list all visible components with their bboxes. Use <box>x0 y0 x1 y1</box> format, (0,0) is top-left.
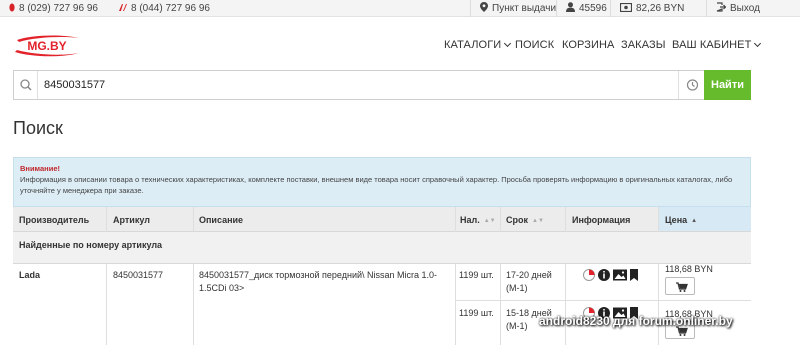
user-icon <box>566 2 575 12</box>
phone-mts-number: 8 (044) 727 96 96 <box>131 3 210 14</box>
logout-link[interactable]: Выход <box>716 2 760 15</box>
velcom-icon <box>9 3 15 12</box>
nav-cart[interactable]: КОРЗИНА <box>562 39 614 51</box>
page-title: Поиск <box>13 118 63 138</box>
money-icon <box>620 3 632 12</box>
divider <box>470 0 471 17</box>
life-icon <box>119 4 127 11</box>
col-header-price[interactable]: Цена ▲ <box>658 207 751 232</box>
phone-mts[interactable]: 8 (044) 727 96 96 <box>118 2 210 15</box>
description-text: 8450031577_диск тормозной передний\ Niss… <box>199 270 438 293</box>
phone-velcom[interactable]: 8 (029) 727 96 96 <box>9 2 98 15</box>
user-account-link[interactable]: 45596 <box>566 2 607 15</box>
offer-info-icons <box>582 268 652 286</box>
search-bar: Найти <box>13 70 751 100</box>
alert-text: Информация в описании товара о техническ… <box>20 175 733 195</box>
col-header-maker: Производитель <box>13 207 106 232</box>
map-pin-icon <box>480 2 488 12</box>
logout-label: Выход <box>730 3 760 14</box>
watermark: android8230 для forum.onliner.by <box>539 314 733 328</box>
search-input[interactable] <box>44 76 644 94</box>
nav-account-label: ВАШ КАБИНЕТ <box>672 39 752 51</box>
article-number: 8450031577 <box>113 270 164 280</box>
divider <box>610 0 611 17</box>
sort-icon: ▲▼ <box>483 218 496 224</box>
image-icon[interactable] <box>613 269 627 281</box>
balance-value: 82,26 BYN <box>636 3 685 14</box>
nav-catalogs[interactable]: КАТАЛОГИ <box>444 39 512 51</box>
nav-search[interactable]: ПОИСК <box>515 39 554 51</box>
offer-qty: 1199 шт. <box>459 270 494 280</box>
chevron-down-icon <box>504 39 512 48</box>
pickup-point-label: Пункт выдачи <box>492 3 557 14</box>
sort-icon: ▲▼ <box>532 218 544 224</box>
col-header-description: Описание <box>193 207 455 232</box>
nav-orders[interactable]: ЗАКАЗЫ <box>621 39 666 51</box>
section-label: Найденные по номеру артикула <box>13 232 751 264</box>
balance-link[interactable]: 82,26 BYN <box>620 2 684 15</box>
search-icon <box>14 71 38 99</box>
chevron-down-icon <box>754 39 762 48</box>
logout-icon <box>716 2 726 12</box>
alert-title: Внимание! <box>20 164 60 173</box>
history-icon[interactable] <box>678 71 705 99</box>
phone-velcom-number: 8 (029) 727 96 96 <box>19 3 98 14</box>
maker-name: Lada <box>19 270 41 280</box>
logo-mark: MG.BY <box>15 35 79 57</box>
pickup-point-link[interactable]: Пункт выдачи <box>480 2 556 15</box>
top-bar: 8 (029) 727 96 96 8 (044) 727 96 96 Пунк… <box>0 0 800 17</box>
nav-account[interactable]: ВАШ КАБИНЕТ <box>672 39 762 51</box>
search-button[interactable]: Найти <box>704 70 751 100</box>
divider <box>556 0 557 17</box>
logo-text: MG.BY <box>27 39 66 53</box>
sort-asc-icon: ▲ <box>691 218 698 224</box>
user-id: 45596 <box>579 3 607 14</box>
divider <box>706 0 707 17</box>
col-header-qty[interactable]: Нал. ▲▼ <box>455 207 500 232</box>
stock-status-icon[interactable] <box>583 269 595 281</box>
nav-catalogs-label: КАТАЛОГИ <box>444 39 502 51</box>
offer-qty: 1199 шт. <box>459 308 494 318</box>
col-header-term[interactable]: Срок ▲▼ <box>500 207 565 232</box>
cart-icon <box>676 282 688 292</box>
info-icon[interactable] <box>598 269 610 281</box>
add-to-cart-button[interactable] <box>665 277 695 295</box>
notice-alert: Внимание! Информация в описании товара о… <box>13 157 751 207</box>
col-header-info: Информация <box>565 207 658 232</box>
site-logo[interactable]: MG.BY <box>13 34 81 58</box>
bookmark-icon[interactable] <box>630 269 638 281</box>
col-header-article: Артикул <box>106 207 193 232</box>
offer-term: 17-20 дней (М-1) <box>506 270 552 293</box>
offer-price: 118,68 BYN <box>665 264 713 274</box>
